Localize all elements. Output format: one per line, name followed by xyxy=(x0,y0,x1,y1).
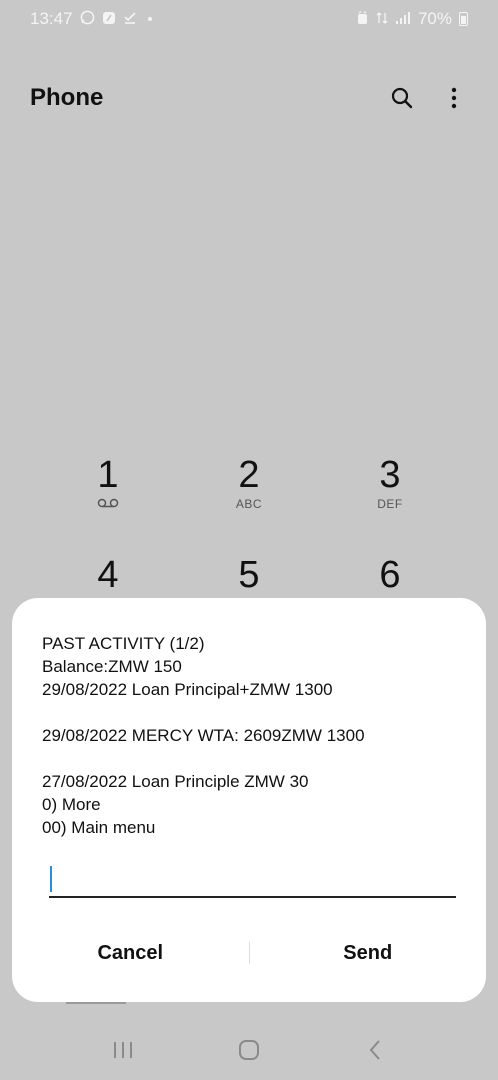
status-bar-right: 70% xyxy=(356,9,468,29)
dial-key-number: 4 xyxy=(97,554,119,596)
data-icon xyxy=(376,11,388,28)
alarm-icon xyxy=(356,10,369,28)
ussd-message: PAST ACTIVITY (1/2) Balance:ZMW 150 29/0… xyxy=(42,632,462,839)
message-line: 29/08/2022 Loan Principal+ZMW 1300 xyxy=(42,680,333,699)
dial-key-2[interactable]: 2 ABC xyxy=(189,455,309,511)
ussd-reply-input[interactable] xyxy=(49,860,456,898)
ussd-dialog: PAST ACTIVITY (1/2) Balance:ZMW 150 29/0… xyxy=(12,598,486,1002)
search-icon[interactable] xyxy=(388,84,416,112)
dial-key-letters: DEF xyxy=(377,497,403,511)
app-bar-actions xyxy=(388,84,468,112)
download-done-icon xyxy=(123,11,137,28)
dial-key-5[interactable]: 5 xyxy=(189,555,309,595)
dial-key-1[interactable]: 1 xyxy=(48,455,168,512)
send-button[interactable]: Send xyxy=(250,928,487,978)
battery-icon xyxy=(459,12,468,26)
signal-icon xyxy=(395,11,411,28)
message-line xyxy=(42,701,462,724)
message-line: Balance:ZMW 150 xyxy=(42,657,182,676)
dial-key-number: 6 xyxy=(379,554,401,596)
dialog-actions: Cancel Send xyxy=(12,928,486,978)
more-options-icon[interactable] xyxy=(440,84,468,112)
dial-key-6[interactable]: 6 xyxy=(330,555,450,595)
status-bar-left: 13:47 xyxy=(30,9,152,29)
message-line: 29/08/2022 MERCY WTA: 2609ZMW 1300 xyxy=(42,726,365,745)
dial-key-number: 5 xyxy=(238,554,260,596)
app-bar: Phone xyxy=(0,74,498,122)
dial-key-letters: ABC xyxy=(235,497,263,511)
navigation-bar xyxy=(0,1020,498,1080)
message-line: PAST ACTIVITY (1/2) xyxy=(42,634,205,653)
underlay-divider xyxy=(66,1002,126,1004)
voicemail-icon xyxy=(48,497,168,512)
notification-dot xyxy=(147,17,152,21)
text-cursor xyxy=(50,866,52,892)
battery-percent: 70% xyxy=(417,9,452,28)
dial-key-number: 3 xyxy=(379,454,401,496)
dial-key-number: 1 xyxy=(97,454,119,496)
dial-key-3[interactable]: 3 DEF xyxy=(330,455,450,511)
cancel-button[interactable]: Cancel xyxy=(12,928,249,978)
app-icon xyxy=(102,11,116,28)
status-bar: 13:47 70% xyxy=(0,0,498,38)
message-line: 00) Main menu xyxy=(42,818,156,837)
message-line xyxy=(42,747,462,770)
message-line: 27/08/2022 Loan Principle ZMW 30 xyxy=(42,772,309,791)
recent-apps-icon[interactable] xyxy=(103,1030,143,1070)
message-line: 0) More xyxy=(42,795,101,814)
page-title: Phone xyxy=(30,84,104,111)
back-icon[interactable] xyxy=(355,1030,395,1070)
dial-key-number: 2 xyxy=(238,454,260,496)
status-time: 13:47 xyxy=(30,9,73,28)
whatsapp-icon xyxy=(80,10,95,28)
home-icon[interactable] xyxy=(229,1030,269,1070)
dial-key-4[interactable]: 4 xyxy=(48,555,168,595)
